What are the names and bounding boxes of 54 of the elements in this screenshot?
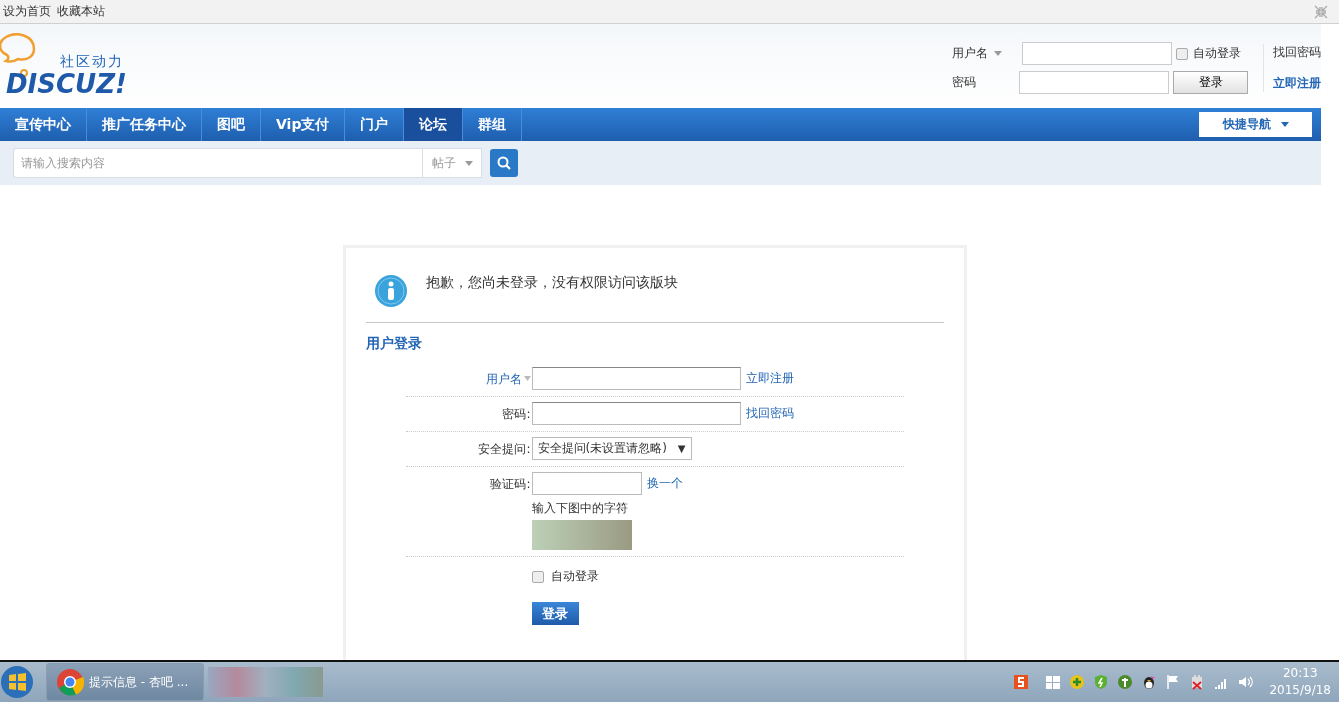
logo-tagline: 社区动力 <box>60 53 125 71</box>
round-badge-icon[interactable] <box>1117 674 1134 690</box>
info-icon <box>373 274 408 308</box>
auto-login-label[interactable]: 自动登录 <box>550 568 599 585</box>
captcha-field[interactable] <box>531 472 642 495</box>
form-link[interactable]: 立即注册 <box>745 370 794 387</box>
field-label: 验证码: <box>490 476 531 493</box>
collapse-icon[interactable] <box>1313 4 1329 19</box>
taskbar-window-button[interactable]: 提示信息 - 杏吧 ... <box>46 663 204 701</box>
captcha-hint: 输入下图中的字符 <box>531 500 628 517</box>
nav-tab[interactable]: 论坛 <box>404 108 464 141</box>
logo-wordmark: DISCUZ! <box>5 71 128 97</box>
caret-down-icon <box>1280 122 1289 127</box>
top-link[interactable]: 设为首页 <box>3 3 51 20</box>
speaker-icon[interactable] <box>1237 674 1254 690</box>
password-field[interactable] <box>1019 71 1169 94</box>
register-link[interactable]: 立即注册 <box>1273 75 1321 92</box>
auto-login-label[interactable]: 自动登录 <box>1193 45 1241 62</box>
search-icon <box>497 156 511 170</box>
dropdown-caret-icon[interactable] <box>994 51 1002 56</box>
refresh-captcha-link[interactable]: 换一个 <box>646 475 683 492</box>
checkbox[interactable] <box>1176 47 1188 60</box>
checkbox[interactable] <box>531 570 544 583</box>
security-question-select[interactable]: 安全提问(未设置请忽略) ▼ <box>531 437 692 460</box>
password-label: 密码 <box>952 74 977 91</box>
start-button-icon[interactable] <box>0 665 34 699</box>
username-field[interactable] <box>531 367 741 390</box>
password-field[interactable] <box>531 402 741 425</box>
plus-circle-icon[interactable] <box>1069 674 1086 690</box>
search-scope-label: 帖子 <box>431 154 456 172</box>
caret-down-icon <box>464 160 473 166</box>
select-value: 安全提问(未设置请忽略) <box>537 440 667 457</box>
windows-icon[interactable] <box>1045 674 1062 690</box>
search-button[interactable] <box>490 149 518 177</box>
username-label[interactable]: 用户名 <box>952 45 988 62</box>
field-label: 密码: <box>502 406 531 423</box>
select-arrow: ▼ <box>677 443 686 454</box>
login-button[interactable]: 登录 <box>531 602 579 625</box>
dropdown-caret-icon[interactable] <box>523 376 531 381</box>
login-form-title: 用户登录 <box>365 335 423 353</box>
browser-icon <box>56 668 84 696</box>
search-field[interactable]: 请输入搜索内容 <box>13 148 422 178</box>
forgot-password-link[interactable]: 找回密码 <box>1273 44 1321 61</box>
form-link[interactable]: 找回密码 <box>745 405 794 422</box>
username-field[interactable] <box>1022 42 1172 65</box>
taskbar-window-title: 提示信息 - 杏吧 ... <box>89 673 189 691</box>
input-method-icon[interactable] <box>1013 674 1030 690</box>
username-dropdown-label[interactable]: 用户名 <box>485 371 522 388</box>
login-button[interactable]: 登录 <box>1173 71 1248 94</box>
field-label: 安全提问: <box>478 441 531 458</box>
quick-nav-button[interactable]: 快捷导航 <box>1199 112 1312 137</box>
shield-icon[interactable] <box>1093 674 1110 690</box>
message-text: 抱歉，您尚未登录，没有权限访问该版块 <box>425 274 678 292</box>
top-link[interactable]: 收藏本站 <box>57 3 105 20</box>
